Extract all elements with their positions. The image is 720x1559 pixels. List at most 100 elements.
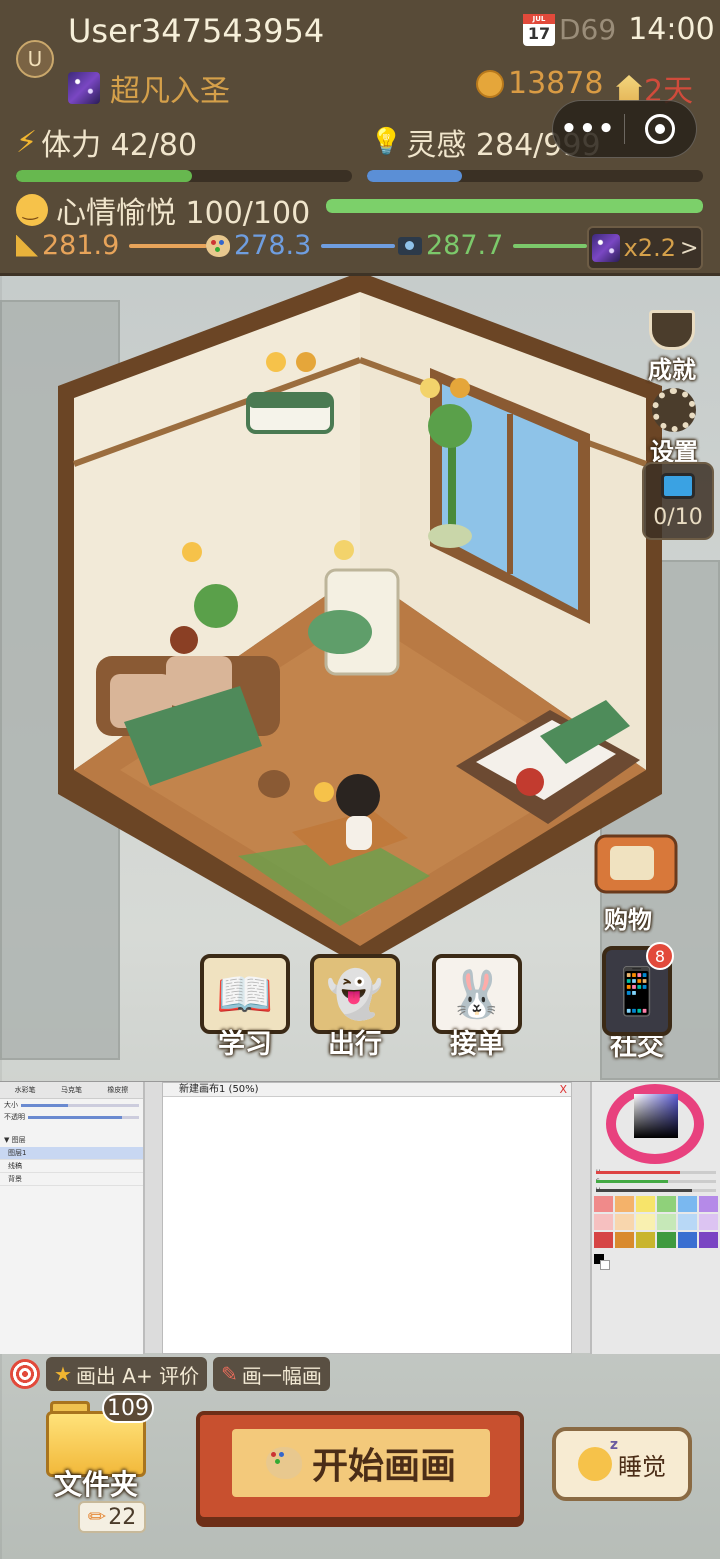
- house-icon: [616, 75, 642, 101]
- galaxy-icon: [68, 72, 100, 104]
- canvas-title: 新建画布1 (50%): [179, 1084, 259, 1095]
- avatar[interactable]: U: [16, 40, 54, 78]
- hue-slider[interactable]: [596, 1171, 716, 1174]
- color-swatch[interactable]: [657, 1232, 676, 1248]
- achievement-label: 成就: [648, 356, 696, 384]
- sleep-button[interactable]: 睡觉: [552, 1427, 692, 1501]
- stool[interactable]: [258, 770, 290, 798]
- saturation-value-picker[interactable]: [634, 1094, 678, 1138]
- commission-button[interactable]: 🐰 接单: [432, 954, 522, 1061]
- color-swatch[interactable]: [594, 1196, 613, 1212]
- color-swatch[interactable]: [657, 1196, 676, 1212]
- color-swatch[interactable]: [678, 1196, 697, 1212]
- skill-bar: [513, 243, 588, 248]
- tab-watercolor[interactable]: 水彩笔: [15, 1085, 36, 1095]
- size-slider[interactable]: 大小: [0, 1099, 143, 1111]
- settings-button[interactable]: 设置: [650, 388, 698, 467]
- color-swatch[interactable]: [594, 1232, 613, 1248]
- layer-item[interactable]: 图层1: [0, 1147, 143, 1160]
- lightbulb-icon: 💡: [370, 127, 403, 157]
- pencil-count-value: 22: [108, 1504, 137, 1530]
- camera-icon: [398, 236, 422, 255]
- target-icon: [645, 114, 676, 144]
- shop-button[interactable]: 购物: [604, 900, 652, 935]
- red-panda[interactable]: [170, 626, 198, 654]
- mood-bubble-icon[interactable]: [314, 782, 334, 802]
- task-paint[interactable]: ✎ 画一幅画: [213, 1357, 330, 1391]
- coin-value: 13878: [508, 66, 604, 101]
- task-paint-label: 画一幅画: [241, 1363, 322, 1388]
- background-color[interactable]: [600, 1260, 610, 1270]
- study-button[interactable]: 📖 学习: [200, 954, 290, 1061]
- layers-header: ▼ 图层: [4, 1136, 26, 1144]
- task-grade-label: 画出 A+ 评价: [75, 1363, 200, 1388]
- close-mini-program-button[interactable]: [625, 114, 696, 144]
- canvas-window[interactable]: 新建画布1 (50%) X: [162, 1082, 572, 1354]
- layer-item[interactable]: 线稿: [0, 1160, 143, 1173]
- color-swatch[interactable]: [615, 1232, 634, 1248]
- color-swatch[interactable]: [615, 1214, 634, 1230]
- color-swatch[interactable]: [636, 1196, 655, 1212]
- tv-rewards-button[interactable]: 0/10: [642, 462, 714, 540]
- color-swatch[interactable]: [678, 1214, 697, 1230]
- close-icon[interactable]: X: [559, 1083, 567, 1096]
- inspiration-bubble-icon[interactable]: [420, 378, 440, 398]
- travel-label: 出行: [328, 1029, 382, 1060]
- color-swatch[interactable]: [594, 1214, 613, 1230]
- social-button[interactable]: 📱 8 社交: [602, 942, 674, 1063]
- folder-label: 文件夹: [54, 1468, 139, 1501]
- color-swatch[interactable]: [699, 1196, 718, 1212]
- color-swatch[interactable]: [678, 1232, 697, 1248]
- inspiration-bubble-icon[interactable]: [334, 540, 354, 560]
- layer-item[interactable]: 背景: [0, 1173, 143, 1186]
- color-swatch[interactable]: [699, 1232, 718, 1248]
- size-label: 大小: [4, 1101, 18, 1109]
- skill-value: 278.3: [234, 230, 312, 261]
- tv-count: 0/10: [653, 504, 703, 530]
- color-swatch[interactable]: [636, 1232, 655, 1248]
- status-hud: U User347543954 超凡入圣 17 D69 14:00 13878 …: [0, 0, 720, 276]
- ladybug-plush[interactable]: [516, 768, 544, 796]
- coin-bubble-icon[interactable]: [450, 378, 470, 398]
- player-character[interactable]: [336, 774, 380, 818]
- chevron-right-icon: >: [679, 235, 699, 261]
- color-swatch[interactable]: [615, 1196, 634, 1212]
- target-icon: [10, 1359, 40, 1389]
- potted-plant[interactable]: [428, 404, 472, 448]
- start-painting-inner: 开始画画: [232, 1429, 490, 1497]
- achievement-button[interactable]: 成就: [648, 310, 696, 385]
- value-slider[interactable]: [596, 1189, 716, 1192]
- brush-icon: ✎: [221, 1362, 238, 1386]
- travel-button[interactable]: 👻 出行: [310, 954, 400, 1061]
- task-grade[interactable]: ★ 画出 A+ 评价: [46, 1357, 208, 1391]
- slider-track: [28, 1115, 139, 1119]
- sleep-label: 睡觉: [618, 1452, 666, 1481]
- color-swatch[interactable]: [636, 1214, 655, 1230]
- notification-badge: 8: [646, 942, 674, 970]
- mood-label: 心情愉悦 100/100: [56, 196, 311, 231]
- more-menu-button[interactable]: •••: [553, 114, 624, 144]
- saturation-slider[interactable]: [596, 1180, 716, 1183]
- brush-panel: 水彩笔 马克笔 橡皮擦 大小 不透明 ▼ 图层 图层1 线稿 背景: [0, 1082, 145, 1354]
- gear-icon: [652, 388, 696, 432]
- mood-bubble-icon[interactable]: [182, 542, 202, 562]
- mood-bubble-icon[interactable]: [266, 352, 286, 372]
- opacity-slider[interactable]: 不透明: [0, 1111, 143, 1123]
- leaf-plant[interactable]: [194, 584, 238, 628]
- color-swatch[interactable]: [699, 1214, 718, 1230]
- bottom-bar: ★ 画出 A+ 评价 ✎ 画一幅画 109 文件夹 ✏ 22 开始画画 睡觉: [0, 1353, 720, 1559]
- start-painting-button[interactable]: 开始画画: [196, 1411, 524, 1521]
- coin-bubble-icon[interactable]: [296, 352, 316, 372]
- multiplier-button[interactable]: x2.2 >: [587, 226, 703, 270]
- calendar-icon: 17: [523, 13, 555, 46]
- lightning-icon: ⚡: [16, 124, 38, 160]
- character-body: [346, 816, 372, 850]
- tab-marker[interactable]: 马克笔: [61, 1085, 82, 1095]
- stamina-bar: [16, 170, 352, 182]
- stamina-stat: ⚡ 体力 42/80: [16, 120, 197, 164]
- pencil-icon: ✏: [87, 1504, 107, 1530]
- tab-eraser[interactable]: 橡皮擦: [107, 1085, 128, 1095]
- player-title: 超凡入圣: [68, 66, 230, 110]
- folder-count-badge: 109: [102, 1393, 154, 1423]
- color-swatch[interactable]: [657, 1214, 676, 1230]
